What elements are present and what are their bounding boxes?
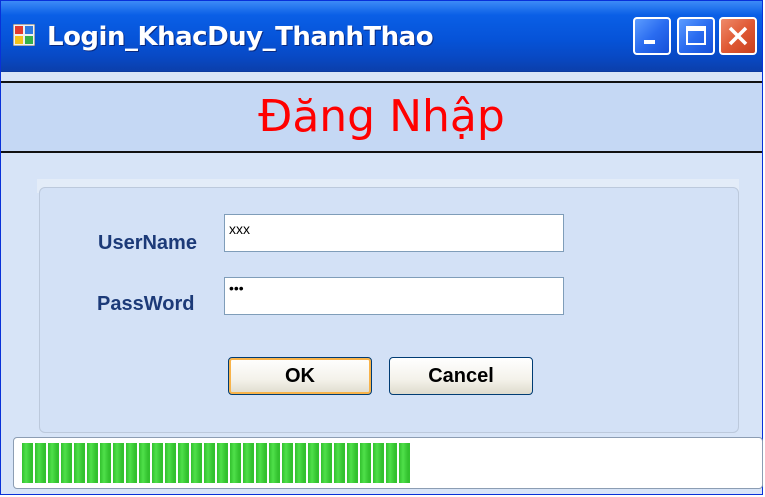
minimize-button[interactable] bbox=[633, 17, 671, 55]
progress-bar-fill bbox=[22, 443, 411, 483]
login-window: Login_KhacDuy_ThanhThao Đăng Nhập UserNa… bbox=[0, 0, 763, 495]
title-bar[interactable]: Login_KhacDuy_ThanhThao bbox=[1, 1, 762, 72]
maximize-icon bbox=[686, 26, 706, 45]
cancel-button[interactable]: Cancel bbox=[389, 357, 533, 395]
ok-button[interactable]: OK bbox=[228, 357, 372, 395]
app-icon bbox=[13, 24, 35, 46]
password-field[interactable]: ••• bbox=[224, 277, 564, 315]
username-label: UserName bbox=[98, 232, 197, 254]
window-title: Login_KhacDuy_ThanhThao bbox=[47, 22, 434, 52]
minimize-icon bbox=[644, 40, 655, 44]
password-label: PassWord bbox=[97, 293, 195, 315]
maximize-button[interactable] bbox=[677, 17, 715, 55]
close-button[interactable] bbox=[719, 17, 757, 55]
username-field[interactable]: xxx bbox=[224, 214, 564, 252]
header-panel: Đăng Nhập bbox=[1, 81, 762, 153]
page-title: Đăng Nhập bbox=[258, 91, 505, 142]
close-icon bbox=[728, 26, 748, 46]
progress-bar bbox=[13, 437, 763, 489]
